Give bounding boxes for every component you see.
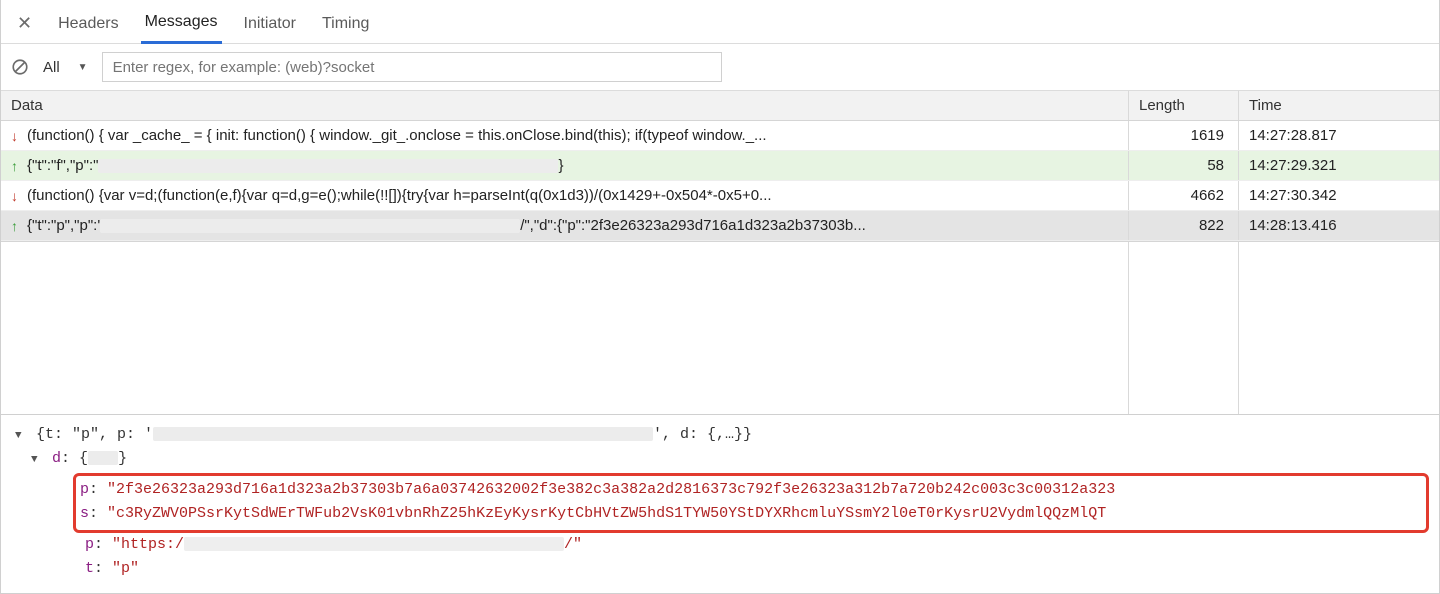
message-row[interactable]: ↑ {"t":"f","p":"} 58 14:27:29.321 xyxy=(1,151,1439,181)
message-time: 14:28:13.416 xyxy=(1239,211,1439,240)
arrow-down-icon: ↓ xyxy=(11,188,21,204)
arrow-down-icon: ↓ xyxy=(11,128,21,144)
detail-p-key: p xyxy=(80,481,89,498)
detail-s-value: "c3RyZWV0PSsrKytSdWErTWFub2VsK01vbnRhZ25… xyxy=(107,505,1106,522)
tab-messages[interactable]: Messages xyxy=(141,7,222,44)
tab-headers[interactable]: Headers xyxy=(54,9,122,43)
message-time: 14:27:28.817 xyxy=(1239,121,1439,150)
message-row[interactable]: ↓ (function() {var v=d;(function(e,f){va… xyxy=(1,181,1439,211)
detail-p2-key: p xyxy=(85,536,94,553)
close-icon[interactable]: ✕ xyxy=(13,13,36,38)
detail-t-value: "p" xyxy=(112,560,139,577)
message-length: 4662 xyxy=(1129,181,1239,210)
message-row[interactable]: ↑ {"t":"p","p":'/","d":{"p":"2f3e26323a2… xyxy=(1,211,1439,241)
clear-icon[interactable] xyxy=(11,58,29,76)
filter-bar: All ▼ xyxy=(1,44,1439,91)
detail-d-key: d xyxy=(52,450,61,467)
disclosure-triangle-icon[interactable]: ▼ xyxy=(15,428,27,446)
chevron-down-icon: ▼ xyxy=(78,62,88,73)
tabbar: ✕ Headers Messages Initiator Timing xyxy=(1,0,1439,44)
filter-direction-label: All xyxy=(43,59,60,76)
message-length: 822 xyxy=(1129,211,1239,240)
col-header-data[interactable]: Data xyxy=(1,91,1129,120)
filter-regex-input[interactable] xyxy=(102,52,722,82)
detail-p-value: "2f3e26323a293d716a1d323a2b37303b7a6a037… xyxy=(107,481,1115,498)
message-data: (function() { var _cache_ = { init: func… xyxy=(27,127,767,144)
col-header-time[interactable]: Time xyxy=(1239,91,1439,120)
message-detail-pane: ▼ {t: "p", p: '', d: {,…}} ▼ d: {} p: "2… xyxy=(1,414,1439,593)
detail-s-key: s xyxy=(80,505,89,522)
highlighted-payload: p: "2f3e26323a293d716a1d323a2b37303b7a6a… xyxy=(73,473,1429,533)
message-length: 1619 xyxy=(1129,121,1239,150)
filter-direction-dropdown[interactable]: All ▼ xyxy=(37,57,94,78)
tab-initiator[interactable]: Initiator xyxy=(240,9,300,43)
message-rows: ↓ (function() { var _cache_ = { init: fu… xyxy=(1,121,1439,241)
message-data: (function() {var v=d;(function(e,f){var … xyxy=(27,187,772,204)
devtools-network-websocket-panel: ✕ Headers Messages Initiator Timing All … xyxy=(0,0,1440,594)
col-header-length[interactable]: Length xyxy=(1129,91,1239,120)
message-time: 14:27:29.321 xyxy=(1239,151,1439,180)
tab-timing[interactable]: Timing xyxy=(318,9,373,43)
arrow-up-icon: ↑ xyxy=(11,218,21,234)
message-length: 58 xyxy=(1129,151,1239,180)
detail-t-key: t xyxy=(85,560,94,577)
message-time: 14:27:30.342 xyxy=(1239,181,1439,210)
table-empty-space xyxy=(1,241,1439,414)
arrow-up-icon: ↑ xyxy=(11,158,21,174)
message-data: {"t":"p","p":'/","d":{"p":"2f3e26323a293… xyxy=(27,217,866,234)
disclosure-triangle-icon[interactable]: ▼ xyxy=(31,452,43,470)
table-header: Data Length Time xyxy=(1,91,1439,121)
detail-p2-value: "https://" xyxy=(112,536,582,553)
message-row[interactable]: ↓ (function() { var _cache_ = { init: fu… xyxy=(1,121,1439,151)
message-data: {"t":"f","p":"} xyxy=(27,157,563,174)
